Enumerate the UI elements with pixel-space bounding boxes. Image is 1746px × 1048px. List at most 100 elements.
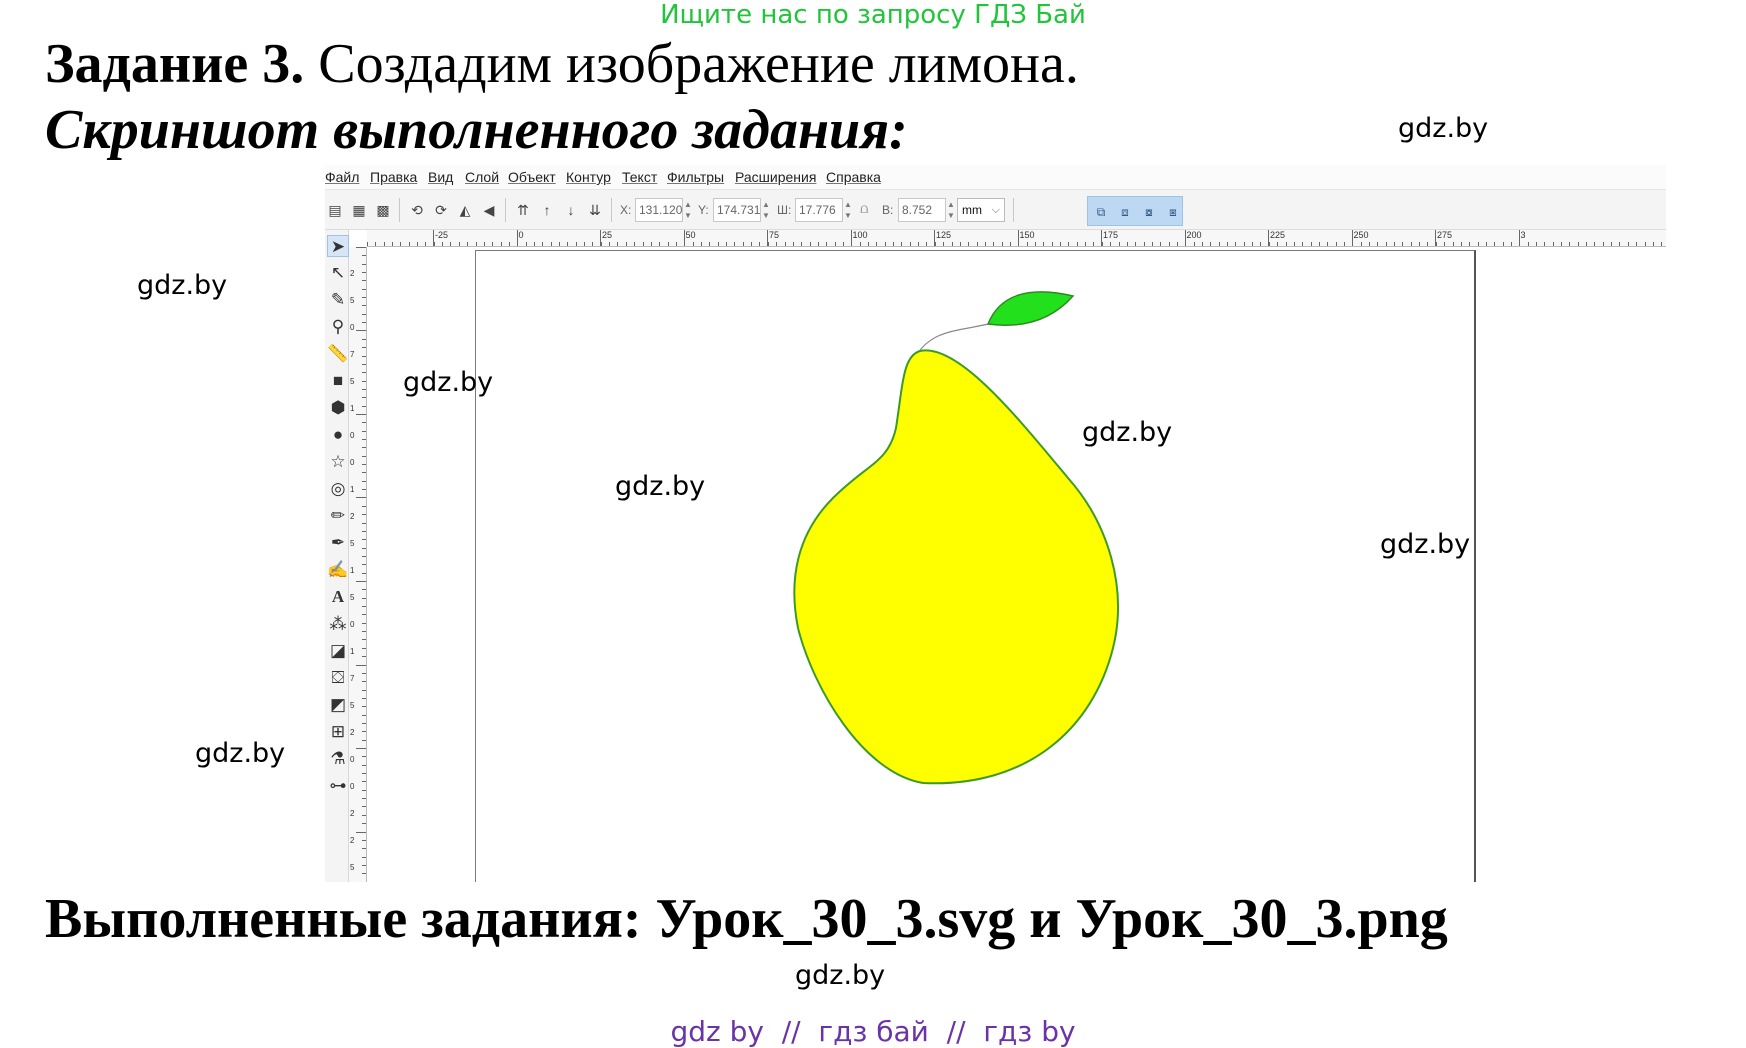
ruler-label: 150: [1019, 230, 1035, 240]
width-field[interactable]: 17.776: [795, 198, 843, 222]
ruler-minor-tick: [626, 242, 627, 246]
ruler-minor-tick: [1068, 242, 1069, 246]
ruler-minor-tick: [1603, 242, 1604, 246]
ruler-tick: [356, 330, 366, 331]
ruler-minor-tick: [1411, 242, 1412, 246]
unit-select[interactable]: mm ⌵: [957, 198, 1005, 222]
menu-file[interactable]: Файл: [325, 169, 359, 185]
measure-icon[interactable]: 📏: [327, 343, 349, 365]
scale-corners-icon[interactable]: ⧈: [1115, 202, 1135, 222]
ruler-minor-tick: [1219, 242, 1220, 246]
ruler-tick: [356, 832, 366, 833]
select-all-icon[interactable]: ▤: [325, 200, 345, 220]
menu-help[interactable]: Справка: [826, 169, 881, 185]
ruler-minor-tick: [484, 242, 485, 246]
y-field[interactable]: 174.731: [713, 198, 761, 222]
lock-icon[interactable]: ⩍: [860, 201, 868, 217]
menu-view[interactable]: Вид: [428, 169, 453, 185]
x-field[interactable]: 131.120: [635, 198, 683, 222]
mesh-icon[interactable]: ⊞: [327, 721, 349, 743]
ruler-label: 0: [350, 458, 355, 467]
ruler-minor-tick: [442, 242, 443, 246]
ruler-tick: [362, 606, 366, 607]
ruler-tick: [362, 322, 366, 323]
flip-horizontal-icon[interactable]: ◭: [455, 200, 475, 220]
ruler-tick: [362, 381, 366, 382]
lower-icon[interactable]: ↓: [561, 200, 581, 220]
text-icon[interactable]: A: [327, 586, 349, 608]
paint-bucket-icon[interactable]: ⛋: [327, 667, 349, 689]
ruler-tick: [362, 556, 366, 557]
menu-edit[interactable]: Правка: [370, 169, 417, 185]
raise-to-top-icon[interactable]: ⇈: [513, 200, 533, 220]
connector-icon[interactable]: ⊶: [327, 775, 349, 797]
ruler-minor-tick: [1018, 242, 1019, 246]
raise-icon[interactable]: ↑: [537, 200, 557, 220]
ruler-minor-tick: [1444, 242, 1445, 246]
ellipse-icon[interactable]: ●: [327, 424, 349, 446]
toolbar-separator: [1013, 198, 1014, 222]
ruler-label: -25: [435, 230, 449, 240]
ruler-tick: [362, 397, 366, 398]
height-field[interactable]: 8.752: [898, 198, 946, 222]
ruler-minor-tick: [1352, 242, 1353, 246]
ruler-tick: [362, 439, 366, 440]
lemon-body: [793, 349, 1119, 785]
ruler-tick: [362, 840, 366, 841]
ruler-tick: [362, 264, 366, 265]
move-gradients-icon[interactable]: ⧇: [1139, 202, 1159, 222]
rotate-ccw-icon[interactable]: ⟲: [407, 200, 427, 220]
ruler-minor-tick: [693, 242, 694, 246]
tweak-icon[interactable]: ✎: [327, 289, 349, 311]
pencil-icon[interactable]: ✏: [327, 505, 349, 527]
drawing-canvas[interactable]: [368, 248, 1666, 882]
move-patterns-icon[interactable]: ⧆: [1163, 202, 1183, 222]
calligraphy-icon[interactable]: ✍: [327, 559, 349, 581]
spray-icon[interactable]: ⁂: [327, 613, 349, 635]
width-spinner[interactable]: ▲ ▼: [843, 199, 853, 221]
menu-filters[interactable]: Фильтры: [667, 169, 724, 185]
ruler-minor-tick: [1210, 242, 1211, 246]
rectangle-icon[interactable]: ■: [327, 370, 349, 392]
menu-layer[interactable]: Слой: [465, 169, 499, 185]
menu-object[interactable]: Объект: [508, 169, 556, 185]
ruler-tick: [362, 740, 366, 741]
zoom-icon[interactable]: ⚲: [327, 316, 349, 338]
ruler-tick: [362, 848, 366, 849]
ruler-minor-tick: [1628, 242, 1629, 246]
node-editor-icon[interactable]: ↖: [327, 262, 349, 284]
ruler-tick: [362, 364, 366, 365]
pen-icon[interactable]: ✒: [327, 532, 349, 554]
ruler-minor-tick: [1127, 242, 1128, 246]
y-spinner[interactable]: ▲ ▼: [761, 199, 771, 221]
ruler-minor-tick: [935, 242, 936, 246]
menu-extensions[interactable]: Расширения: [735, 169, 816, 185]
star-icon[interactable]: ☆: [327, 451, 349, 473]
ruler-minor-tick: [952, 242, 953, 246]
ruler-tick: [362, 548, 366, 549]
ruler-tick: [356, 748, 366, 749]
dropper-icon[interactable]: ⚗: [327, 748, 349, 770]
gradient-icon[interactable]: ◩: [327, 694, 349, 716]
menu-path[interactable]: Контур: [566, 169, 611, 185]
ruler-label: 5: [350, 296, 355, 305]
x-spinner[interactable]: ▲ ▼: [683, 199, 693, 221]
rotate-cw-icon[interactable]: ⟳: [431, 200, 451, 220]
scale-stroke-icon[interactable]: ⧉: [1091, 202, 1111, 222]
select-all-layers-icon[interactable]: ▦: [349, 200, 369, 220]
ruler-minor-tick: [1361, 242, 1362, 246]
ruler-label: 2: [350, 836, 355, 845]
flip-vertical-icon[interactable]: ◀: [479, 200, 499, 220]
height-spinner[interactable]: ▲ ▼: [946, 199, 956, 221]
box-3d-icon[interactable]: ⬢: [327, 397, 349, 419]
lower-to-bottom-icon[interactable]: ⇊: [585, 200, 605, 220]
ruler-tick: [356, 414, 366, 415]
ruler-minor-tick: [734, 242, 735, 246]
menu-text[interactable]: Текст: [622, 169, 657, 185]
eraser-icon[interactable]: ◪: [327, 640, 349, 662]
horizontal-ruler[interactable]: -25 0 25 50 75 100 125 150 175 200 225 250 275 3: [367, 230, 1666, 247]
vertical-ruler[interactable]: 2 5 0 7 5 1 0 0 1 2 5 1 5 0 1 7 5 2 0 0 2 2 5: [349, 247, 367, 882]
deselect-icon[interactable]: ▩: [373, 200, 393, 220]
spiral-icon[interactable]: ◎: [327, 478, 349, 500]
selector-arrow-icon[interactable]: ➤: [327, 235, 349, 257]
